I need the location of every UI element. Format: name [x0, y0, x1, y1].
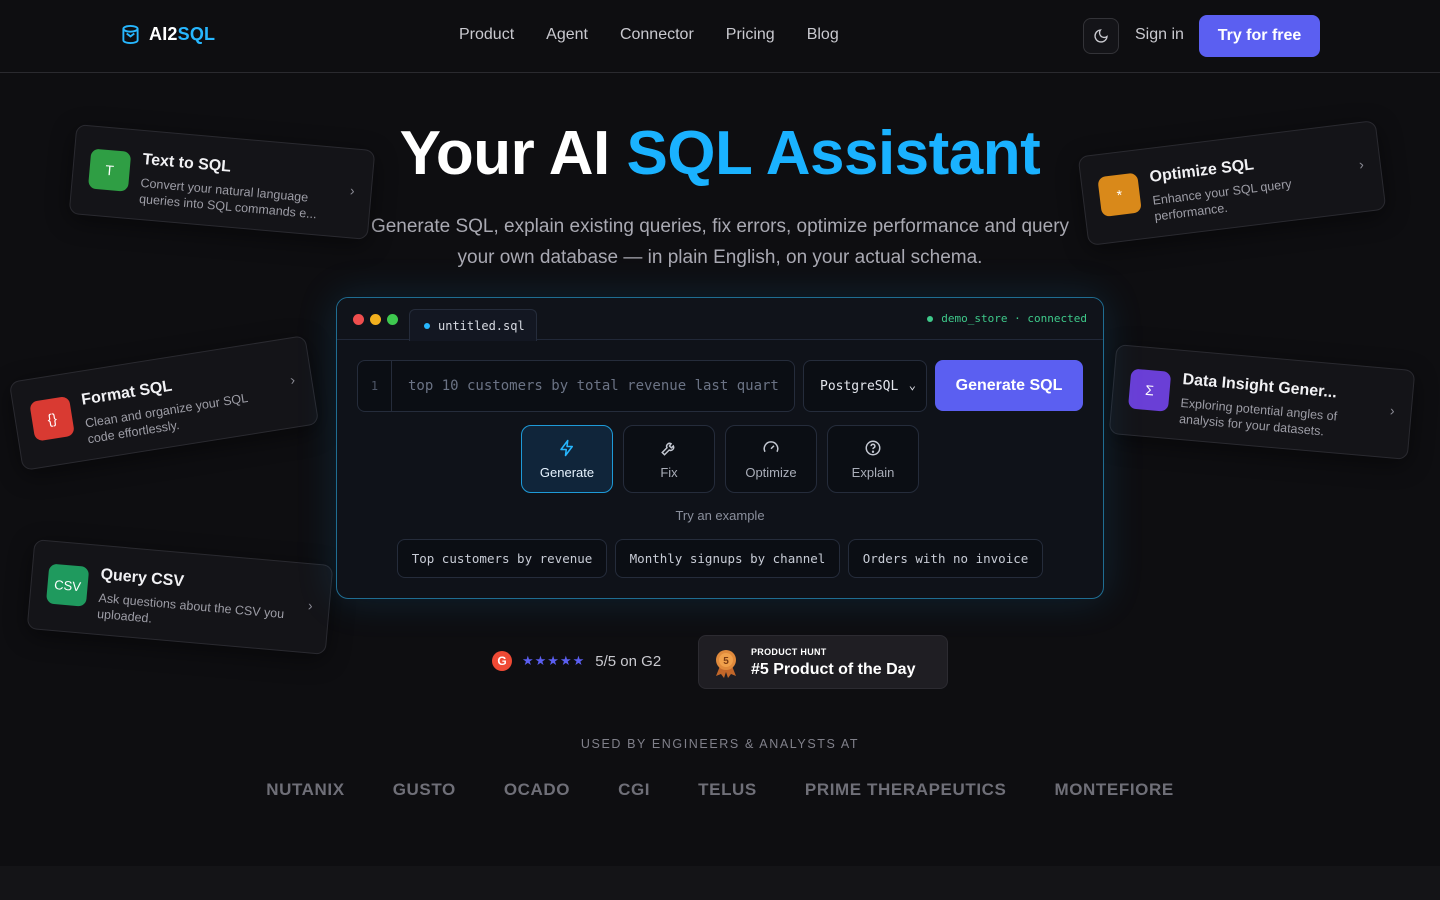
g2-logo-icon: G	[492, 651, 512, 671]
product-hunt-award: #5 Product of the Day	[751, 661, 916, 678]
mode-label: Optimize	[745, 464, 797, 480]
card-query-csv[interactable]: CSV Query CSV Ask questions about the CS…	[26, 539, 334, 655]
next-section-band	[0, 866, 1440, 900]
moon-icon	[1094, 29, 1108, 43]
connection-dot	[927, 315, 934, 322]
logo-ocado: OCADO	[503, 780, 571, 799]
gauge-icon	[763, 440, 779, 452]
line-number: 1	[358, 361, 392, 411]
medal-number: 5	[723, 656, 729, 667]
chevron-down-icon: ⌄	[908, 378, 916, 392]
tab-status-dot	[424, 322, 430, 329]
mode-label: Generate	[539, 464, 595, 480]
logo-prime-therapeutics: PRIME THERAPEUTICS	[804, 780, 1007, 799]
nav-link-pricing[interactable]: Pricing	[726, 26, 775, 44]
brand-name: AI2SQL	[149, 24, 216, 44]
generate-sql-button[interactable]: Generate SQL	[935, 360, 1083, 411]
g2-rating[interactable]: G ★★★★★ 5/5 on G2	[492, 651, 661, 671]
product-hunt-label: PRODUCT HUNT	[751, 647, 827, 657]
query-text: top 10 customers by total revenue last q…	[408, 378, 779, 394]
mode-explain[interactable]: Explain	[827, 425, 919, 493]
logo-cgi: CGI	[618, 780, 651, 799]
hero-subtitle: Generate SQL, explain existing queries, …	[370, 216, 1070, 268]
card-description: Ask questions about the CSV you uploaded…	[96, 590, 285, 626]
window-maximize-dot	[387, 314, 398, 325]
card-title: Query CSV	[99, 566, 185, 591]
help-circle-icon	[865, 440, 881, 455]
file-tab[interactable]: untitled.sql	[409, 309, 537, 341]
example-chip-orders-no-invoice[interactable]: Orders with no invoice	[848, 539, 1043, 578]
text-icon: T	[87, 148, 132, 192]
chevron-right-icon: ›	[1358, 155, 1365, 173]
customer-logos: NUTANIX GUSTO OCADO CGI TELUS PRIME THER…	[0, 780, 1440, 800]
window-close-dot	[353, 314, 364, 325]
example-chip-monthly-signups[interactable]: Monthly signups by channel	[615, 539, 840, 578]
card-description: Exploring potential angles of analysis f…	[1178, 395, 1338, 439]
try-for-free-button[interactable]: Try for free	[1199, 15, 1320, 57]
logo-montefiore: MONTEFIORE	[1054, 780, 1174, 799]
sign-in-link[interactable]: Sign in	[1135, 26, 1184, 44]
nav-link-agent[interactable]: Agent	[546, 26, 588, 44]
sparkle-icon: *	[1097, 172, 1142, 218]
mode-label: Explain	[851, 464, 895, 480]
mode-generate[interactable]: Generate	[521, 425, 613, 493]
star-rating-icon: ★★★★★	[522, 653, 586, 668]
product-hunt-badge[interactable]: 5 PRODUCT HUNT #5 Product of the Day	[698, 635, 948, 689]
medal-icon: 5	[716, 650, 736, 678]
chevron-right-icon: ›	[307, 597, 314, 614]
sql-editor-panel: untitled.sql demo_store · connected 1 to…	[336, 297, 1104, 599]
used-by-label: USED BY ENGINEERS & ANALYSTS AT	[580, 737, 860, 751]
nav-link-product[interactable]: Product	[459, 26, 514, 44]
bolt-icon	[560, 439, 573, 456]
card-format-sql[interactable]: {} Format SQL Clean and organize your SQ…	[8, 335, 320, 471]
query-input[interactable]: 1 top 10 customers by total revenue last…	[357, 360, 795, 412]
dialect-select[interactable]: PostgreSQL ⌄	[803, 360, 927, 412]
logo-gusto: GUSTO	[392, 780, 456, 799]
top-nav: AI2SQL Product Agent Connector Pricing B…	[0, 0, 1440, 73]
wrench-icon	[661, 442, 675, 456]
card-title: Text to SQL	[141, 151, 232, 176]
logo-telus: TELUS	[698, 780, 757, 799]
nav-link-connector[interactable]: Connector	[620, 26, 694, 44]
logo-nutanix: NUTANIX	[266, 780, 345, 799]
card-data-insight[interactable]: Σ Data Insight Gener... Exploring potent…	[1108, 344, 1416, 460]
connection-status: demo_store · connected	[927, 312, 1087, 325]
nav-links: Product Agent Connector Pricing Blog	[459, 26, 839, 44]
connection-label: demo_store · connected	[941, 312, 1087, 325]
chevron-right-icon: ›	[349, 182, 356, 199]
dialect-value: PostgreSQL	[820, 378, 899, 394]
brand-logo[interactable]: AI2SQL	[121, 24, 215, 45]
file-tab-label: untitled.sql	[438, 318, 525, 333]
window-minimize-dot	[370, 314, 381, 325]
mode-fix[interactable]: Fix	[623, 425, 715, 493]
card-description: Convert your natural language queries in…	[138, 175, 318, 222]
g2-rating-text: 5/5 on G2	[595, 652, 662, 670]
chevron-right-icon: ›	[289, 371, 297, 388]
mode-optimize[interactable]: Optimize	[725, 425, 817, 493]
csv-icon: CSV	[45, 563, 90, 607]
theme-toggle-button[interactable]	[1083, 18, 1119, 54]
database-icon	[122, 25, 139, 45]
chevron-right-icon: ›	[1389, 402, 1396, 419]
braces-icon: {}	[29, 395, 75, 442]
editor-titlebar: untitled.sql demo_store · connected	[337, 298, 1103, 341]
try-example-label: Try an example	[675, 508, 765, 523]
nav-link-blog[interactable]: Blog	[807, 26, 839, 44]
mode-label: Fix	[660, 464, 678, 480]
example-chip-top-customers[interactable]: Top customers by revenue	[397, 539, 607, 578]
sigma-icon: Σ	[1127, 368, 1172, 412]
